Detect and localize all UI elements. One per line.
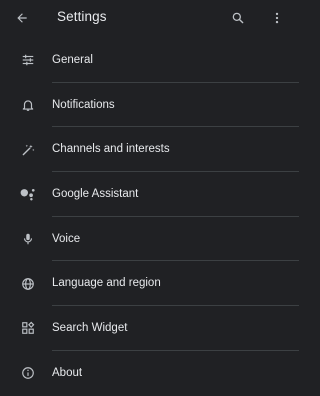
search-button[interactable] [225, 0, 251, 36]
settings-item-google-assistant[interactable]: Google Assistant [0, 172, 299, 217]
tune-sliders-icon [18, 50, 38, 70]
more-vert-icon [270, 11, 284, 25]
settings-item-label: Language and region [52, 277, 161, 290]
search-icon [231, 11, 245, 25]
globe-icon [18, 274, 38, 294]
settings-item-voice[interactable]: Voice [0, 217, 299, 262]
settings-item-label: Google Assistant [52, 188, 139, 201]
settings-item-search-widget[interactable]: Search Widget [0, 306, 299, 351]
settings-item-label: General [52, 54, 93, 66]
assistant-icon [18, 184, 38, 204]
settings-item-label: Channels and interests [52, 143, 170, 156]
settings-item-label: About [52, 366, 83, 379]
arrow-back-icon [15, 11, 29, 25]
settings-item-channels-and-interests[interactable]: Channels and interests [0, 127, 299, 173]
page-title: Settings [57, 9, 107, 24]
microphone-icon [18, 229, 38, 249]
settings-item-label: Notifications [52, 98, 115, 111]
settings-item-general[interactable]: General [0, 38, 299, 83]
bell-icon [18, 95, 38, 115]
top-app-bar: Settings [0, 0, 299, 36]
info-icon [18, 363, 38, 383]
magic-wand-icon [18, 140, 38, 160]
settings-item-notifications[interactable]: Notifications [0, 83, 299, 128]
settings-screen: Settings General Notifications Channels … [0, 0, 299, 394]
settings-item-language-and-region[interactable]: Language and region [0, 261, 299, 307]
back-button[interactable] [8, 0, 36, 36]
settings-item-about[interactable]: About [0, 351, 299, 396]
settings-item-label: Search Widget [52, 322, 128, 335]
settings-list: General Notifications Channels and inter… [0, 38, 299, 396]
widgets-icon [18, 318, 38, 338]
settings-item-label: Voice [52, 232, 81, 245]
more-options-button[interactable] [266, 0, 288, 36]
